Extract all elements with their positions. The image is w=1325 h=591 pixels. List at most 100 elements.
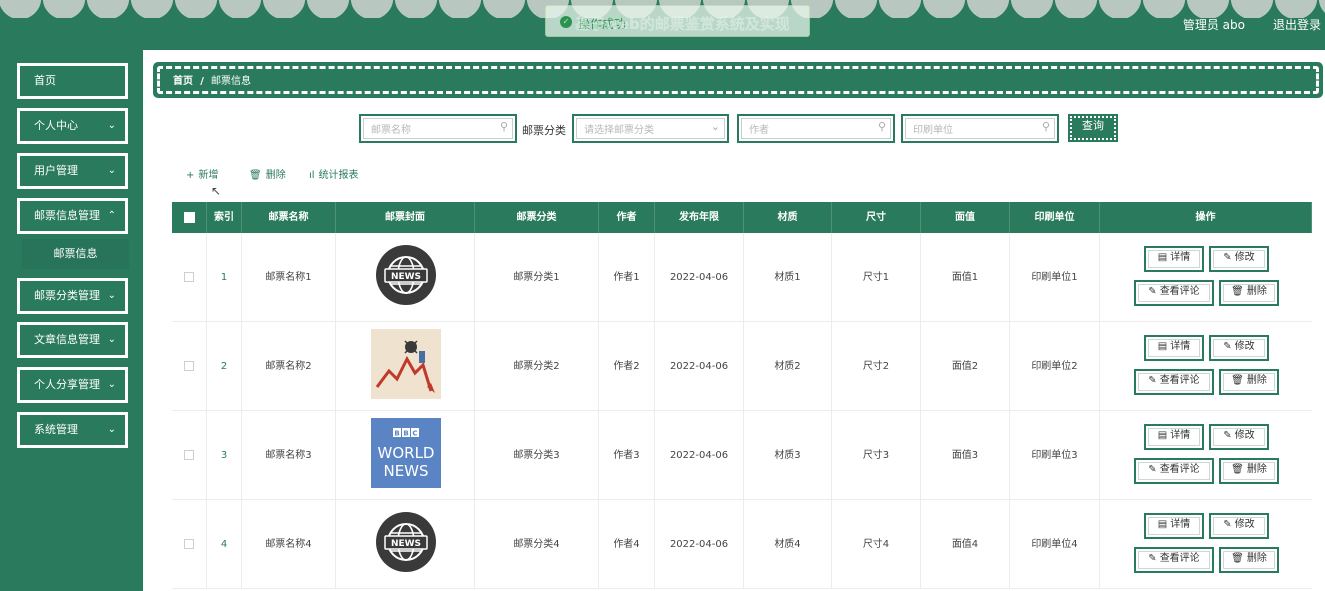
cell-material: 材质3 <box>744 411 832 500</box>
search-icon: ⚲ <box>877 120 886 133</box>
stamp-cover-image <box>371 329 441 399</box>
delete-row-button[interactable]: 🗑 删除 <box>1219 458 1279 484</box>
add-button[interactable]: + 新增 <box>186 166 218 181</box>
detail-button[interactable]: ▤ 详情 <box>1144 513 1204 539</box>
edit-button[interactable]: ✎ 修改 <box>1209 246 1269 272</box>
view-comments-button[interactable]: ✎ 查看评论 <box>1134 280 1214 306</box>
document-icon: ▤ <box>1157 430 1168 441</box>
sidebar-item-home[interactable]: 首页 <box>17 63 128 99</box>
add-label: 新增 <box>198 170 219 181</box>
query-button[interactable]: 查询 <box>1068 114 1118 142</box>
breadcrumb-text: 首页 / 邮票信息 <box>173 72 251 87</box>
table-row: 2 邮票名称2 邮票分类2 作者2 2022-04-06 材质2 尺寸2 面值2 印刷单位2 ▤ 详… <box>172 322 1312 411</box>
category-select[interactable]: 请选择邮票分类 ⌄ <box>572 114 729 143</box>
sidebar-item-label: 文章信息管理 <box>34 333 100 346</box>
sidebar-item-stamp-info-management[interactable]: 邮票信息管理 ⌃ <box>17 198 128 234</box>
view-comments-button[interactable]: ✎ 查看评论 <box>1134 369 1214 395</box>
sidebar-item-system-management[interactable]: 系统管理 ⌄ <box>17 412 128 448</box>
table-row: 3 邮票名称3 B B C WORLD NEWS 邮票分类3 作者3 2022-04-06 材质3 尺… <box>172 411 1312 500</box>
column-header: 印刷单位 <box>1010 202 1100 233</box>
column-header: 邮票名称 <box>242 202 336 233</box>
view-comments-button[interactable]: ✎ 查看评论 <box>1134 547 1214 573</box>
category-placeholder: 请选择邮票分类 <box>584 125 654 136</box>
cell-index: 3 <box>207 411 242 500</box>
row-checkbox[interactable] <box>184 539 194 549</box>
sidebar-item-user-management[interactable]: 用户管理 ⌄ <box>17 153 128 189</box>
svg-text:B: B <box>394 430 399 438</box>
author-search-input[interactable]: 作者 ⚲ <box>737 114 895 143</box>
column-header: 邮票封面 <box>336 202 475 233</box>
logout-link[interactable]: 退出登录 <box>1273 16 1321 33</box>
stats-report-button[interactable]: ıl 统计报表 <box>309 166 359 181</box>
edit-button[interactable]: ✎ 修改 <box>1209 335 1269 361</box>
delete-row-button[interactable]: 🗑 删除 <box>1219 547 1279 573</box>
sidebar-item-personal-center[interactable]: 个人中心 ⌄ <box>17 108 128 144</box>
delete-row-button[interactable]: 🗑 删除 <box>1219 369 1279 395</box>
view-comments-button[interactable]: ✎ 查看评论 <box>1134 458 1214 484</box>
cell-value: 面值3 <box>921 411 1010 500</box>
cell-printer: 印刷单位1 <box>1010 233 1100 322</box>
button-label: 详情 <box>1170 430 1191 441</box>
detail-button[interactable]: ▤ 详情 <box>1144 424 1204 450</box>
button-label: 详情 <box>1170 341 1191 352</box>
cell-author: 作者2 <box>599 322 655 411</box>
edit-button[interactable]: ✎ 修改 <box>1209 424 1269 450</box>
edit-button[interactable]: ✎ 修改 <box>1209 513 1269 539</box>
edit-icon: ✎ <box>1148 553 1157 564</box>
sidebar-item-stamp-category-management[interactable]: 邮票分类管理 ⌄ <box>17 278 128 314</box>
table-row: 1 邮票名称1 NEWS 邮票分类1 作者1 2022-04-06 材质1 尺寸1 面值1 印刷单… <box>172 233 1312 322</box>
delete-row-button[interactable]: 🗑 删除 <box>1219 280 1279 306</box>
column-header: 邮票分类 <box>475 202 599 233</box>
row-checkbox[interactable] <box>184 361 194 371</box>
plus-icon: + <box>186 170 195 181</box>
cell-printer: 印刷单位4 <box>1010 500 1100 589</box>
button-label: 修改 <box>1234 341 1255 352</box>
document-icon: ▤ <box>1157 252 1168 263</box>
sidebar-item-label: 用户管理 <box>34 164 78 177</box>
search-icon: ⚲ <box>1041 120 1050 133</box>
table-header: 索引 邮票名称 邮票封面 邮票分类 作者 发布年限 材质 尺寸 面值 印刷单位 操作 <box>172 202 1312 233</box>
stamp-cover-image: B B C WORLD NEWS <box>371 418 441 488</box>
operations-cell: ▤ 详情 ✎ 修改 ✎ 查看评论 🗑 删除 <box>1100 500 1312 589</box>
sidebar-item-label: 系统管理 <box>34 423 78 436</box>
column-header: 尺寸 <box>832 202 921 233</box>
cell-index: 4 <box>207 500 242 589</box>
document-icon: ▤ <box>1157 341 1168 352</box>
detail-button[interactable]: ▤ 详情 <box>1144 246 1204 272</box>
printer-search-input[interactable]: 印刷单位 ⚲ <box>901 114 1059 143</box>
cell-size: 尺寸3 <box>832 411 921 500</box>
sidebar-subitem-stamp-info[interactable]: 邮票信息 <box>22 239 129 269</box>
sidebar-item-label: 邮票信息管理 <box>34 209 100 222</box>
chevron-down-icon: ⌄ <box>107 424 116 435</box>
row-checkbox-cell <box>172 233 207 322</box>
breadcrumb-home[interactable]: 首页 <box>173 76 193 87</box>
svg-text:B: B <box>403 430 408 438</box>
current-user-label: 管理员 abo <box>1182 18 1245 32</box>
select-all-checkbox[interactable] <box>183 211 195 223</box>
sidebar-item-share-management[interactable]: 个人分享管理 ⌄ <box>17 367 128 403</box>
stamp-cover-cell <box>336 322 475 411</box>
cell-category: 邮票分类2 <box>475 322 599 411</box>
sidebar-item-article-management[interactable]: 文章信息管理 ⌄ <box>17 322 128 358</box>
detail-button[interactable]: ▤ 详情 <box>1144 335 1204 361</box>
edit-icon: ✎ <box>1223 341 1232 352</box>
success-check-icon: ✓ <box>560 16 572 28</box>
cell-date: 2022-04-06 <box>655 500 744 589</box>
breadcrumb-separator: / <box>200 76 204 87</box>
row-checkbox[interactable] <box>184 450 194 460</box>
svg-text:NEWS: NEWS <box>383 462 428 480</box>
button-label: 修改 <box>1234 519 1255 530</box>
stamp-name-search-input[interactable]: 邮票名称 ⚲ <box>359 114 517 143</box>
cell-name: 邮票名称1 <box>242 233 336 322</box>
cover-news-text: NEWS <box>391 272 421 282</box>
table-row: 4 邮票名称4 NEWS 邮票分类4 作者4 2022-04-06 材质4 尺寸4 面值4 印刷单… <box>172 500 1312 589</box>
column-header: 索引 <box>207 202 242 233</box>
row-checkbox[interactable] <box>184 272 194 282</box>
row-checkbox-cell <box>172 411 207 500</box>
edit-icon: ✎ <box>1223 252 1232 263</box>
system-title: 基于web的邮票鉴赏系统及实现 <box>575 15 790 33</box>
column-header: 材质 <box>744 202 832 233</box>
cell-printer: 印刷单位3 <box>1010 411 1100 500</box>
delete-button[interactable]: 🗑 删除 <box>249 166 286 181</box>
column-header: 面值 <box>921 202 1010 233</box>
